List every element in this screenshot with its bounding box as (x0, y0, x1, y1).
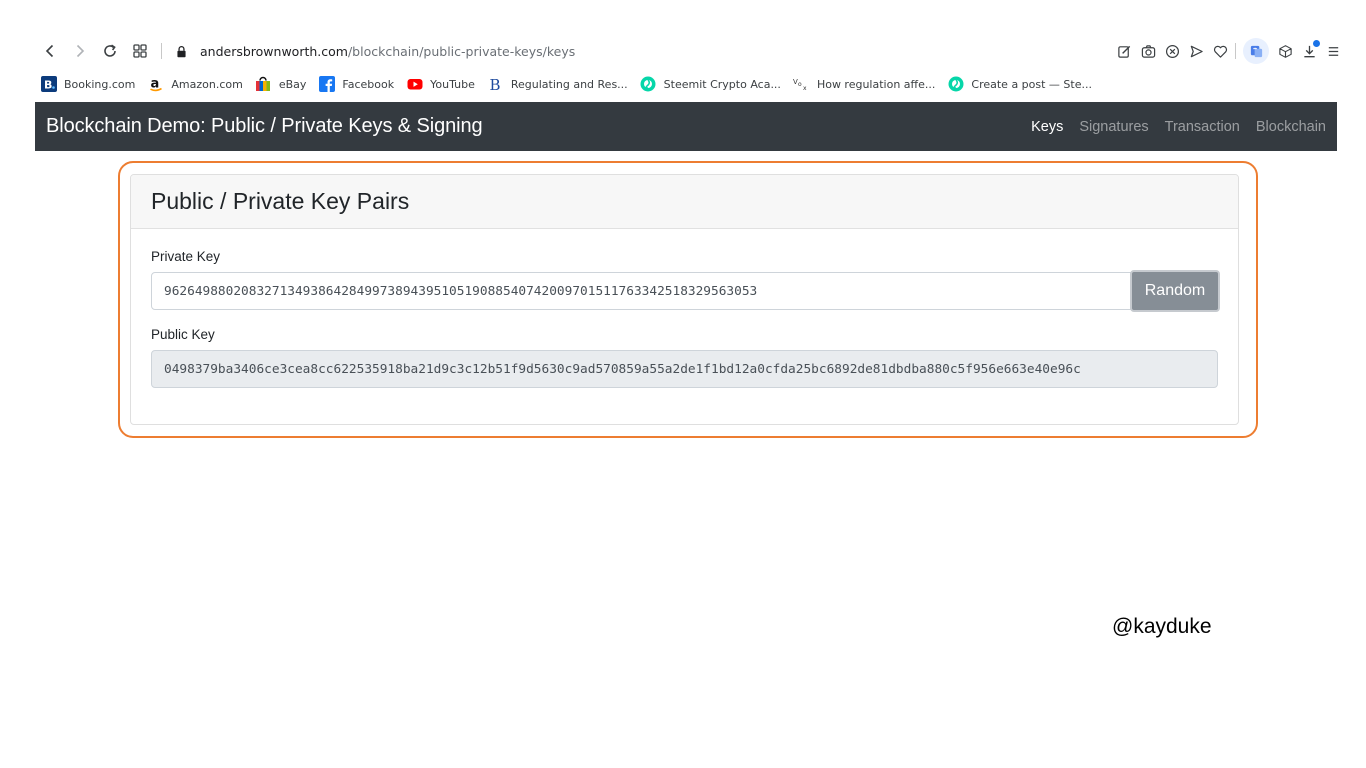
bookmark-amazon[interactable]: a Amazon.com (147, 76, 243, 92)
url-host: andersbrownworth.com (200, 43, 348, 59)
ebay-icon (255, 76, 272, 92)
svg-text:B: B (44, 79, 52, 92)
vox-icon: Vox (793, 76, 810, 92)
bookmarks-bar: B Booking.com a Amazon.com eBay Facebook… (40, 73, 1104, 95)
back-icon[interactable] (35, 36, 65, 66)
reload-icon[interactable] (95, 36, 125, 66)
author-watermark: @kayduke (1112, 615, 1212, 638)
url-field[interactable]: andersbrownworth.com/blockchain/public-p… (200, 44, 575, 59)
nav-link-blockchain[interactable]: Blockchain (1256, 119, 1326, 135)
site-navbar: Blockchain Demo: Public / Private Keys &… (35, 102, 1337, 151)
bookmark-ebay[interactable]: eBay (255, 76, 307, 92)
cube-icon[interactable] (1273, 38, 1297, 64)
url-path: /blockchain/public-private-keys/keys (347, 43, 576, 59)
nav-link-signatures[interactable]: Signatures (1079, 119, 1148, 135)
svg-text:B: B (490, 76, 501, 92)
svg-text:x: x (803, 85, 807, 92)
toolbar-divider (1235, 43, 1236, 59)
bookmark-label: Amazon.com (171, 77, 243, 91)
card-header: Public / Private Key Pairs (131, 175, 1238, 229)
amazon-icon: a (147, 76, 164, 92)
nav-link-transaction[interactable]: Transaction (1165, 119, 1240, 135)
bookmark-label: How regulation affe... (816, 77, 936, 91)
send-icon[interactable] (1184, 38, 1208, 64)
nav-link-keys[interactable]: Keys (1031, 119, 1063, 135)
notification-dot (1313, 40, 1320, 47)
bookmark-label: Facebook (342, 77, 395, 91)
close-circle-icon[interactable] (1160, 38, 1184, 64)
address-bar: andersbrownworth.com/blockchain/public-p… (35, 36, 1345, 66)
bookmark-facebook[interactable]: Facebook (318, 76, 394, 92)
lock-icon[interactable] (170, 36, 192, 66)
bookmark-steemit-academy[interactable]: Steemit Crypto Aca... (640, 76, 781, 92)
bookmark-create-post[interactable]: Create a post — Ste... (947, 76, 1092, 92)
site-brand[interactable]: Blockchain Demo: Public / Private Keys &… (46, 115, 483, 138)
bookmark-label: Steemit Crypto Aca... (663, 77, 781, 91)
public-key-label: Public Key (151, 327, 215, 342)
card-title: Public / Private Key Pairs (151, 188, 410, 214)
apps-icon[interactable] (125, 36, 155, 66)
random-button[interactable]: Random (1130, 270, 1220, 312)
menu-icon[interactable] (1321, 38, 1345, 64)
forward-icon[interactable] (65, 36, 95, 66)
bookmark-youtube[interactable]: YouTube (406, 76, 475, 92)
bookmark-label: Regulating and Res... (510, 77, 628, 91)
booking-icon: B (40, 76, 57, 92)
bookmark-label: Create a post — Ste... (971, 77, 1092, 91)
bookmark-label: YouTube (430, 77, 475, 91)
public-key-field[interactable]: 0498379ba3406ce3cea8cc622535918ba21d9c3c… (151, 350, 1218, 388)
edit-icon[interactable] (1112, 38, 1136, 64)
translate-icon[interactable] (1243, 38, 1269, 64)
steemit-icon (640, 76, 657, 92)
download-icon[interactable] (1297, 38, 1321, 64)
bookmark-regulating[interactable]: B Regulating and Res... (487, 76, 628, 92)
bookmark-booking[interactable]: B Booking.com (40, 76, 135, 92)
key-pair-card: Public / Private Key Pairs Private Key 9… (130, 174, 1239, 425)
svg-text:o: o (798, 81, 802, 88)
private-key-label: Private Key (151, 249, 221, 264)
browser-toolbar (1112, 38, 1345, 64)
heart-icon[interactable] (1208, 38, 1232, 64)
site-nav: Keys Signatures Transaction Blockchain (1015, 119, 1326, 135)
bookmark-label: eBay (278, 77, 307, 91)
private-key-input[interactable]: 9626498802083271349386428499738943951051… (151, 272, 1131, 310)
bookmark-label: Booking.com (64, 77, 136, 91)
toolbar-divider (161, 43, 162, 59)
facebook-icon (318, 76, 335, 92)
bookmark-vox[interactable]: Vox How regulation affe... (793, 76, 936, 93)
b-logo-icon: B (487, 76, 504, 92)
camera-icon[interactable] (1136, 38, 1160, 64)
steemit-icon (947, 76, 964, 92)
youtube-icon (406, 76, 423, 92)
